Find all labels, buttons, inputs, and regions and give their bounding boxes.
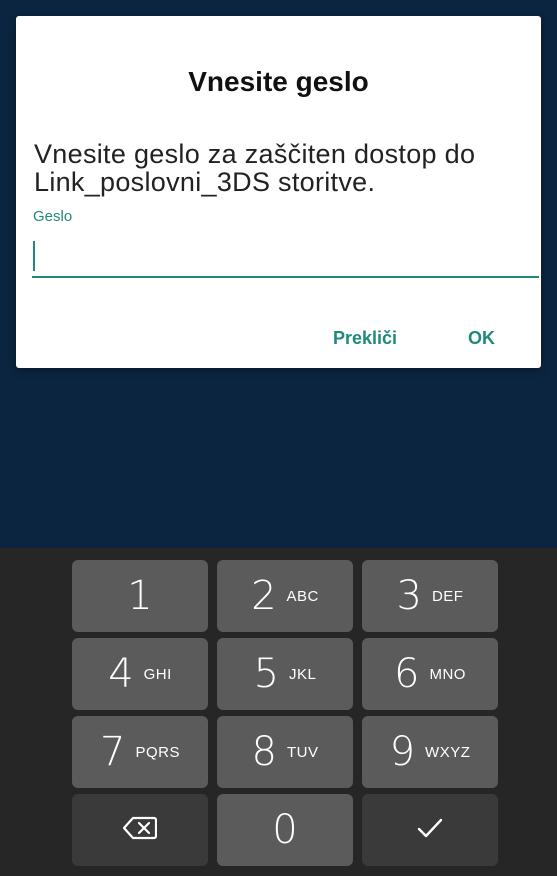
key-4-letters: GHI <box>143 665 172 683</box>
key-6[interactable]: 6 MNO <box>362 638 498 710</box>
password-dialog: Vnesite geslo Vnesite geslo za zaščiten … <box>16 16 541 368</box>
key-8-letters: TUV <box>286 743 319 761</box>
ok-button[interactable]: OK <box>468 328 495 349</box>
done-key[interactable] <box>362 794 498 866</box>
key-1[interactable]: 1 <box>72 560 208 632</box>
dialog-message: Vnesite geslo za zaščiten dostop do Link… <box>34 139 476 197</box>
key-3-letters: DEF <box>431 587 464 605</box>
key-6-letters: MNO <box>429 665 466 683</box>
key-9-letters: WXYZ <box>425 743 471 761</box>
key-2-letters: ABC <box>286 587 319 605</box>
key-9-digit: 9 <box>389 729 416 775</box>
password-field-label: Geslo <box>33 208 73 225</box>
key-9[interactable]: 9 WXYZ <box>362 716 498 788</box>
key-6-digit: 6 <box>394 651 420 697</box>
dialog-title: Vnesite geslo <box>188 66 369 97</box>
key-7[interactable]: 7 PQRS <box>72 716 208 788</box>
key-2[interactable]: 2 ABC <box>217 560 353 632</box>
key-8-digit: 8 <box>251 729 277 775</box>
numeric-keypad: 1 2 ABC 3 DEF 4 GHI 5 JKL 6 MNO 7 PQRS 8… <box>0 548 557 876</box>
key-4[interactable]: 4 GHI <box>72 638 208 710</box>
checkmark-icon <box>417 818 443 843</box>
key-0-digit: 0 <box>272 807 298 853</box>
key-7-letters: PQRS <box>135 743 180 761</box>
key-3-digit: 3 <box>396 573 422 619</box>
key-4-digit: 4 <box>108 651 134 697</box>
text-cursor <box>33 241 35 271</box>
key-7-digit: 7 <box>100 729 126 775</box>
cancel-button[interactable]: Prekliči <box>333 328 397 349</box>
key-5-letters: JKL <box>289 665 317 683</box>
key-0[interactable]: 0 <box>217 794 353 866</box>
backspace-key[interactable] <box>72 794 208 866</box>
backspace-icon <box>122 816 158 845</box>
key-1-digit: 1 <box>127 573 153 619</box>
key-5-digit: 5 <box>253 651 280 697</box>
key-5[interactable]: 5 JKL <box>217 638 353 710</box>
key-2-digit: 2 <box>251 573 277 619</box>
password-input[interactable] <box>32 230 539 278</box>
key-3[interactable]: 3 DEF <box>362 560 498 632</box>
key-8[interactable]: 8 TUV <box>217 716 353 788</box>
